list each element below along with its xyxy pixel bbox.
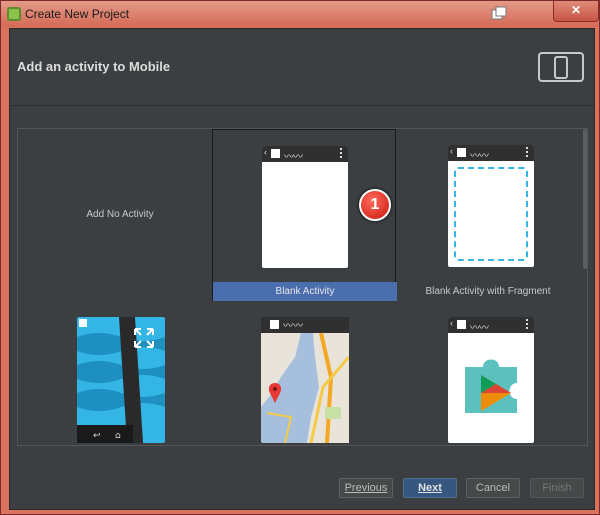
finish-button[interactable]: Finish [530,478,584,498]
maps-activity-thumbnail: 〰〰 [261,317,349,443]
previous-button[interactable]: Previous [339,478,393,498]
header-divider [10,105,594,106]
svg-text:〰〰: 〰〰 [283,321,303,332]
svg-text:⌂: ⌂ [115,431,121,441]
wizard-header: Add an activity to Mobile [10,29,594,105]
blank-activity-thumbnail: ‹ 〰〰 [262,146,348,268]
fullscreen-activity-thumbnail: ↩ ⌂ [77,317,165,443]
app-icon-square [271,149,280,158]
android-studio-icon [7,7,21,21]
page-title: Add an activity to Mobile [17,59,171,74]
tile-add-no-activity[interactable]: Add No Activity [28,129,212,301]
gallery-scrollbar[interactable] [583,129,587,269]
overflow-menu-icon [340,148,343,159]
back-chevron-icon: ‹ [450,318,453,328]
app-icon-square [457,148,466,157]
title-bar[interactable]: Create New Project ✕ [1,1,599,27]
fragment-placeholder [454,167,528,261]
next-button[interactable]: Next [403,478,457,498]
back-chevron-icon: ‹ [264,147,267,157]
tile-label: Add No Activity [86,209,154,220]
tile-play-services-activity[interactable]: ‹ 〰〰 [396,315,580,445]
title-squiggle-icon: 〰〰 [470,151,489,162]
previous-label: Previous [344,482,388,494]
window-title: Create New Project [25,7,130,21]
cancel-button[interactable]: Cancel [466,478,520,498]
tile-label: Blank Activity with Fragment [425,286,551,297]
window-list-icon [491,6,507,20]
dialog-window: Create New Project ✕ Add an activity to … [0,0,600,515]
play-services-puzzle-icon [465,359,517,413]
activity-gallery[interactable]: Add No Activity ‹ 〰〰 Blank Activity 1 ‹ … [17,128,588,446]
status-bar: ‹ 〰〰 [448,145,534,162]
tile-label: Blank Activity [213,282,397,301]
close-button[interactable]: ✕ [553,1,599,22]
svg-text:↩: ↩ [93,431,101,441]
step-number-badge: 1 [359,189,391,221]
overflow-menu-icon [526,147,529,158]
next-label: Next [418,482,442,494]
dialog-content: Add an activity to Mobile Add No Activit… [9,28,595,510]
title-squiggle-icon: 〰〰 [284,152,303,163]
status-bar: ‹ 〰〰 [448,317,534,334]
tile-google-maps-activity[interactable]: 〰〰 [212,315,396,445]
play-services-thumbnail: ‹ 〰〰 [448,317,534,443]
tile-blank-activity-fragment[interactable]: ‹ 〰〰 Blank Activity with Fragment [396,129,580,301]
overflow-menu-icon [526,319,529,330]
phone-tablet-icon [538,52,584,82]
title-squiggle-icon: 〰〰 [470,323,489,334]
status-bar: ‹ 〰〰 [262,146,348,163]
back-chevron-icon: ‹ [450,146,453,156]
fragment-activity-thumbnail: ‹ 〰〰 [448,145,534,267]
app-icon-square [457,320,466,329]
tile-fullscreen-activity[interactable]: ↩ ⌂ [28,315,212,445]
